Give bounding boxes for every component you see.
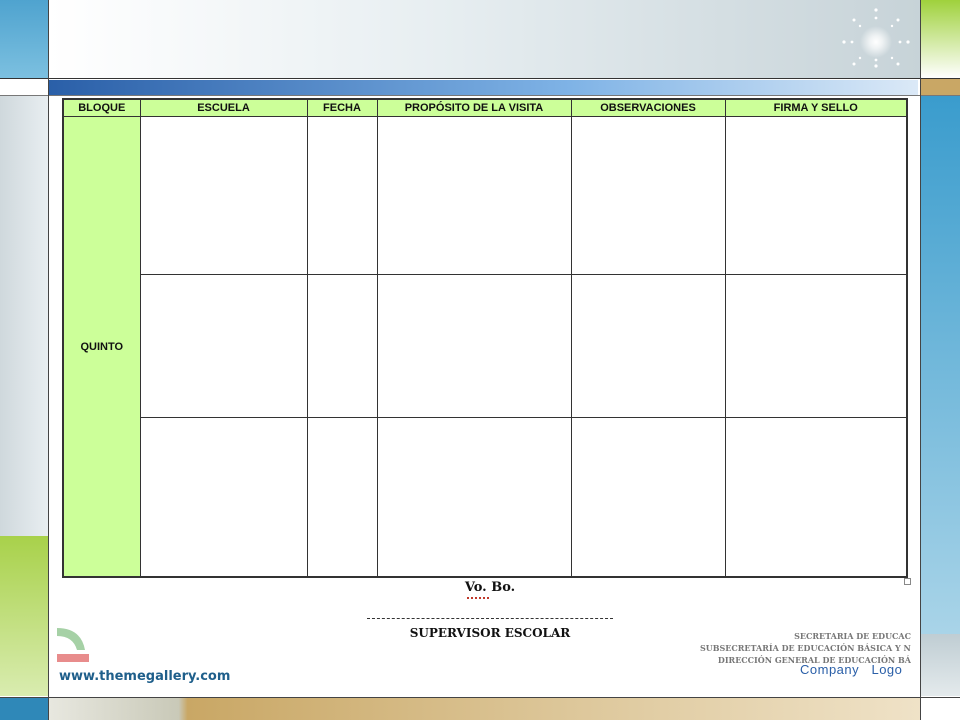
secretaria-line: SUBSECRETARÍA DE EDUCACIÓN BÁSICA Y NOR: [700, 643, 911, 653]
column-header-proposito: PROPÓSITO DE LA VISITA: [376, 98, 572, 117]
table-cell[interactable]: [139, 115, 308, 276]
secretaria-block: SECRETARIA DE EDUCAC SUBSECRETARÍA DE ED…: [700, 630, 911, 666]
table-cell[interactable]: [306, 417, 378, 578]
table-cell[interactable]: [570, 115, 726, 276]
table-cell[interactable]: [570, 274, 726, 419]
divider: [920, 0, 921, 720]
divider: [0, 697, 960, 698]
column-header-firma-sello: FIRMA Y SELLO: [724, 98, 908, 117]
left-green-accent: [0, 536, 48, 696]
right-gray-panel: [920, 634, 960, 696]
table-row: QUINTO: [62, 115, 908, 578]
right-blue-panel: [920, 96, 960, 634]
table-cell[interactable]: [139, 417, 308, 578]
visit-form-table: BLOQUE ESCUELA FECHA PROPÓSITO DE LA VIS…: [62, 98, 908, 578]
table-header-row: BLOQUE ESCUELA FECHA PROPÓSITO DE LA VIS…: [62, 98, 908, 117]
table-row: [63, 417, 908, 578]
table-resize-handle[interactable]: [904, 578, 911, 585]
divider: [48, 0, 49, 720]
table-cell[interactable]: [306, 274, 378, 419]
table-cell[interactable]: [376, 417, 572, 578]
secretaria-line: SECRETARIA DE EDUCAC: [794, 631, 911, 641]
table-cell[interactable]: [376, 274, 572, 419]
table-cell[interactable]: [306, 115, 378, 276]
table-cell[interactable]: [724, 115, 908, 276]
table-cell[interactable]: [376, 115, 572, 276]
column-header-bloque: BLOQUE: [62, 98, 141, 117]
bloque-cell: QUINTO: [62, 116, 141, 578]
top-header-band: [48, 0, 920, 78]
sparkle-icon: [842, 8, 910, 68]
website-link[interactable]: www.themegallery.com: [59, 669, 230, 684]
table-cell[interactable]: [570, 417, 726, 578]
divider: [0, 78, 960, 79]
right-gold-accent: [920, 79, 960, 95]
table-cell[interactable]: [139, 274, 308, 419]
table-cell[interactable]: [724, 274, 908, 419]
title-gradient-bar: [48, 80, 918, 96]
supervisor-label: SUPERVISOR ESCOLAR: [409, 626, 571, 640]
column-header-observaciones: OBSERVACIONES: [570, 98, 726, 117]
spellcheck-underline: [467, 595, 489, 599]
logo-mark-icon: [57, 628, 89, 662]
column-header-fecha: FECHA: [306, 98, 378, 117]
table-row: [63, 274, 908, 419]
company-logo-text: Company Logo: [800, 662, 903, 677]
left-bottom-accent: [0, 697, 48, 720]
table-cell[interactable]: [724, 417, 908, 578]
left-side-panel: [0, 96, 48, 536]
signature-line: [367, 618, 613, 619]
right-green-accent: [920, 0, 960, 78]
divider: [0, 95, 960, 96]
bottom-band: [48, 698, 920, 720]
vobo-label: Vo. Bo.: [464, 580, 516, 595]
left-top-accent: [0, 0, 48, 78]
column-header-escuela: ESCUELA: [139, 98, 308, 117]
